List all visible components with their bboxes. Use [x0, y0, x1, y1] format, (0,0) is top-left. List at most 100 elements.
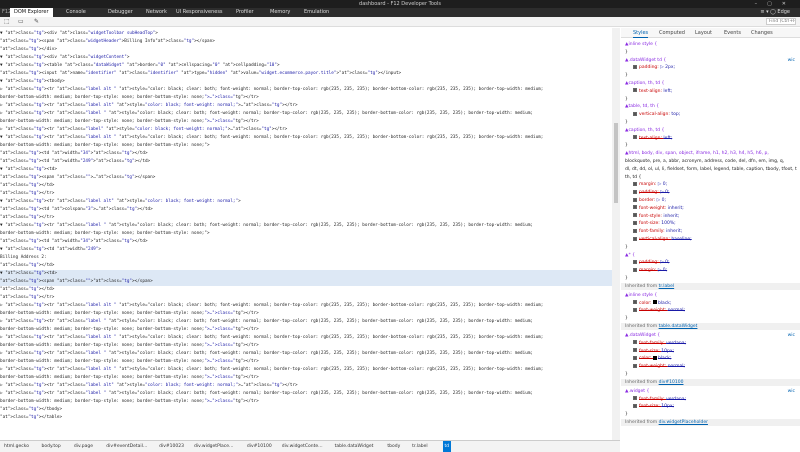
dom-node-line[interactable]: ▷ "at">class="tg"><tr "at">class="label"… — [0, 126, 612, 134]
breadcrumb-item[interactable]: body.top — [40, 441, 63, 452]
dom-node-line[interactable]: ▼ "at">class="tg"><tr "at">class="label … — [0, 134, 612, 142]
property-value[interactable]: ▷ 0; — [658, 268, 667, 273]
dom-node-line[interactable]: border-bottom-width: medium; border-top-… — [0, 310, 612, 318]
dom-scrollbar[interactable] — [612, 28, 620, 440]
dom-node-line[interactable]: "at">class="tg"><td "at">width="249">"at… — [0, 158, 612, 166]
dom-node-line[interactable]: "at">class="tg"></tr> — [0, 190, 612, 198]
tab-changes[interactable]: Changes — [751, 28, 773, 38]
property-name[interactable]: text-align: — [639, 136, 663, 141]
property-value[interactable]: inherit; — [666, 229, 682, 234]
dom-node-line[interactable]: "at">class="tg"><span "at">class="widget… — [0, 38, 612, 46]
property-value[interactable]: inherit; — [668, 206, 684, 211]
property-checkbox[interactable] — [633, 307, 637, 312]
property-value[interactable]: black; — [658, 301, 671, 306]
property-checkbox[interactable] — [633, 197, 637, 202]
property-value[interactable]: ▷ 0; — [660, 260, 669, 265]
property-name[interactable]: text-align: — [639, 89, 663, 94]
tab-dom-explorer[interactable]: DOM Explorer — [10, 8, 53, 17]
property-checkbox[interactable] — [633, 236, 637, 241]
source-link[interactable]: wic — [788, 57, 795, 64]
tab-memory[interactable]: Memory — [266, 8, 294, 17]
style-declaration[interactable]: padding: ▷ 0; — [625, 189, 797, 196]
property-value[interactable]: 10px; — [661, 404, 674, 409]
property-value[interactable]: verdana; — [666, 341, 686, 346]
property-value[interactable]: left; — [663, 89, 672, 94]
dom-node-line[interactable]: "at">class="tg"></td> — [0, 182, 612, 190]
source-link[interactable]: wic — [788, 332, 795, 339]
style-declaration[interactable]: font-size: 100%; — [625, 220, 797, 227]
property-checkbox[interactable] — [633, 259, 637, 264]
property-checkbox[interactable] — [633, 403, 637, 408]
property-name[interactable]: vertical-align: — [639, 112, 671, 117]
style-declaration[interactable]: font-family: inherit; — [625, 228, 797, 235]
property-name[interactable]: margin: — [639, 182, 658, 187]
source-link[interactable]: wic — [788, 388, 795, 395]
property-checkbox[interactable] — [633, 189, 637, 194]
breadcrumb-item[interactable]: html.gecko — [2, 441, 31, 452]
property-value[interactable]: baseline; — [671, 237, 691, 242]
property-name[interactable]: color: — [639, 356, 653, 361]
breadcrumb-item[interactable]: td — [442, 441, 452, 452]
inherited-source-link[interactable]: div.widgetPlaceholder — [659, 420, 708, 425]
property-checkbox[interactable] — [633, 135, 637, 140]
breadcrumb-item[interactable]: div#eventDetail… — [104, 441, 149, 452]
style-rule-selector[interactable]: ▲inline style { — [625, 41, 797, 48]
dom-node-line[interactable]: "at">class="tg"><td "at">width="34">"at"… — [0, 238, 612, 246]
property-checkbox[interactable] — [633, 300, 637, 305]
dom-node-line[interactable]: ▼ "at">class="tg"><td> — [0, 166, 612, 174]
dom-node-line[interactable]: border-bottom-width: medium; border-top-… — [0, 142, 612, 150]
property-name[interactable]: padding: — [639, 260, 660, 265]
property-name[interactable]: border: — [639, 198, 657, 203]
window-controls[interactable]: –▢✕ — [755, 0, 796, 8]
style-rule-selector[interactable]: ▲table, td, th { — [625, 103, 797, 110]
property-checkbox[interactable] — [633, 205, 637, 210]
inherited-source-link[interactable]: tr.label — [659, 284, 675, 289]
breadcrumb-item[interactable]: div.widgetPlace… — [192, 441, 236, 452]
style-declaration[interactable]: font-family: verdana; — [625, 340, 797, 347]
style-rule-selector[interactable]: ▲caption, th, td { — [625, 80, 797, 87]
property-value[interactable]: black; — [658, 356, 671, 361]
property-name[interactable]: font-weight: — [639, 308, 668, 313]
property-value[interactable]: inherit; — [663, 214, 679, 219]
style-rule-selector[interactable]: ▲.dataWidget td {wic — [625, 57, 797, 64]
property-value[interactable]: normal; — [668, 308, 685, 313]
breadcrumb-item[interactable]: tr.label — [410, 441, 430, 452]
select-element-icon[interactable]: ⬚ — [4, 18, 10, 25]
style-rule-selector[interactable]: ▲* { — [625, 252, 797, 259]
dom-node-line[interactable]: border-bottom-width: medium; border-top-… — [0, 326, 612, 334]
dom-node-line[interactable]: ▼ "at">class="tg"><td> — [0, 270, 612, 278]
dom-node-line[interactable]: border-bottom-width: medium; border-top-… — [0, 342, 612, 350]
dom-node-line[interactable]: ▼ "at">class="tg"><table "at">class="dat… — [0, 62, 612, 70]
breadcrumb-item[interactable]: div#10100 — [245, 441, 274, 452]
dom-node-line[interactable]: border-bottom-width: medium; border-top-… — [0, 94, 612, 102]
property-name[interactable]: font-size: — [639, 221, 661, 226]
style-declaration[interactable]: padding: ▷ 0; — [625, 259, 797, 266]
edit-icon[interactable]: ✎ — [34, 18, 39, 25]
style-declaration[interactable]: font-weight: inherit; — [625, 205, 797, 212]
style-rule-selector[interactable]: ▲.dataWidget {wic — [625, 332, 797, 339]
style-declaration[interactable]: font-weight: normal; — [625, 363, 797, 370]
tab-emulation[interactable]: Emulation — [300, 8, 333, 17]
dom-node-line[interactable]: ▷ "at">class="tg"><tr "at">class="label … — [0, 110, 612, 118]
property-checkbox[interactable] — [633, 111, 637, 116]
dom-node-line[interactable]: "at">class="tg"></div> — [0, 46, 612, 54]
property-checkbox[interactable] — [633, 348, 637, 353]
breadcrumb-item[interactable]: div#10023 — [157, 441, 186, 452]
style-declaration[interactable]: vertical-align: top; — [625, 111, 797, 118]
style-declaration[interactable]: font-family: verdana; — [625, 396, 797, 403]
dom-node-line[interactable]: ▷ "at">class="tg"><tr "at">class="label … — [0, 102, 612, 110]
dom-node-line[interactable]: ▷ "at">class="tg"><tr "at">class="label … — [0, 86, 612, 94]
find-input[interactable] — [766, 18, 796, 25]
inherited-source-link[interactable]: table.dataWidget — [659, 324, 698, 329]
dom-node-line[interactable]: ▷ "at">class="tg"><tr "at">class="label … — [0, 366, 612, 374]
scrollbar-thumb[interactable] — [614, 123, 618, 203]
style-declaration[interactable]: font-style: inherit; — [625, 213, 797, 220]
style-declaration[interactable]: font-size: 10px; — [625, 348, 797, 355]
property-checkbox[interactable] — [633, 181, 637, 186]
dom-node-line[interactable]: ▼ "at">class="tg"><tbody> — [0, 78, 612, 86]
color-swatch[interactable] — [652, 300, 657, 305]
property-checkbox[interactable] — [633, 396, 637, 401]
breadcrumb-item[interactable]: table.dataWidget — [333, 441, 376, 452]
style-declaration[interactable]: vertical-align: baseline; — [625, 236, 797, 243]
dom-node-line[interactable]: "at">class="tg"></tr> — [0, 214, 612, 222]
